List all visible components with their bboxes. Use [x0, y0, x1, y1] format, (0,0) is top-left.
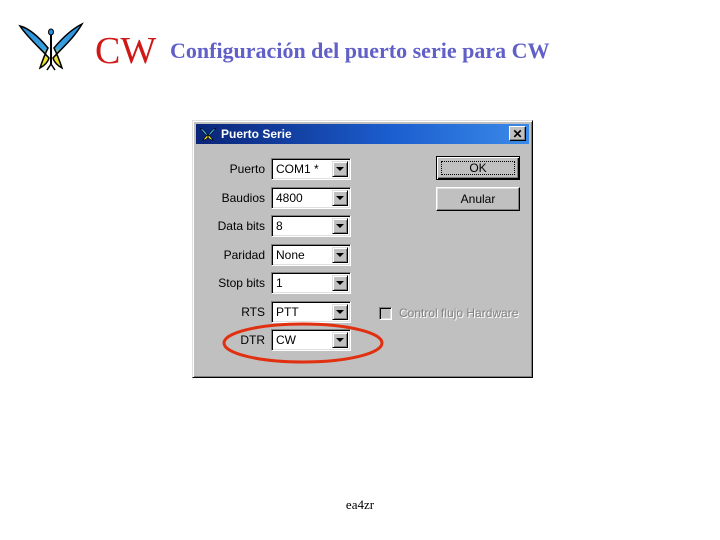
field-label: Puerto [229, 162, 265, 176]
data-bits-select[interactable]: 8 [271, 215, 351, 237]
field-label: Baudios [221, 191, 265, 205]
cancel-button[interactable]: Anular [436, 187, 520, 211]
butterfly-icon [199, 127, 217, 141]
footer-author: ea4zr [345, 497, 375, 512]
dialog-titlebar[interactable]: Puerto Serie ✕ [196, 124, 529, 144]
close-button[interactable]: ✕ [509, 126, 526, 141]
chevron-down-icon[interactable] [332, 332, 348, 348]
chevron-down-icon[interactable] [332, 218, 348, 234]
select-value: 8 [276, 219, 283, 233]
field-label: RTS [241, 305, 265, 319]
hardware-flow-checkbox[interactable] [379, 306, 392, 320]
chevron-down-icon[interactable] [332, 275, 348, 291]
cancel-button-label: Anular [460, 192, 496, 206]
select-value: CW [276, 333, 296, 347]
slide-title: Configuración del puerto serie para CW [170, 38, 550, 63]
dialog-title: Puerto Serie [221, 127, 292, 141]
dtr-select[interactable]: CW [271, 329, 351, 351]
hardware-flow-label: Control flujo Hardware [399, 306, 519, 320]
puerto-select[interactable]: COM1 * [271, 158, 351, 180]
select-value: COM1 * [276, 162, 319, 176]
focus-rectangle [441, 161, 515, 175]
chevron-down-icon[interactable] [332, 161, 348, 177]
field-label: Paridad [223, 248, 265, 262]
select-value: 1 [276, 276, 283, 290]
field-label: DTR [240, 333, 265, 347]
rts-select[interactable]: PTT [271, 301, 351, 323]
baudios-select[interactable]: 4800 [271, 187, 351, 209]
close-icon: ✕ [512, 126, 523, 141]
stop-bits-select[interactable]: 1 [271, 272, 351, 294]
hardware-flow-control[interactable]: Control flujo Hardware [379, 306, 518, 320]
butterfly-logo-icon [18, 22, 84, 71]
field-label: Stop bits [218, 276, 265, 290]
select-value: 4800 [276, 191, 303, 205]
serial-port-dialog: Puerto Serie ✕ Puerto COM1 * Baudios 480… [192, 120, 533, 378]
field-label: Data bits [217, 219, 265, 233]
chevron-down-icon[interactable] [332, 247, 348, 263]
select-value: None [276, 248, 305, 262]
brand-title: CW [95, 30, 157, 72]
chevron-down-icon[interactable] [332, 304, 348, 320]
ok-button[interactable]: OK [436, 156, 520, 180]
chevron-down-icon[interactable] [332, 190, 348, 206]
paridad-select[interactable]: None [271, 244, 351, 266]
select-value: PTT [276, 305, 299, 319]
